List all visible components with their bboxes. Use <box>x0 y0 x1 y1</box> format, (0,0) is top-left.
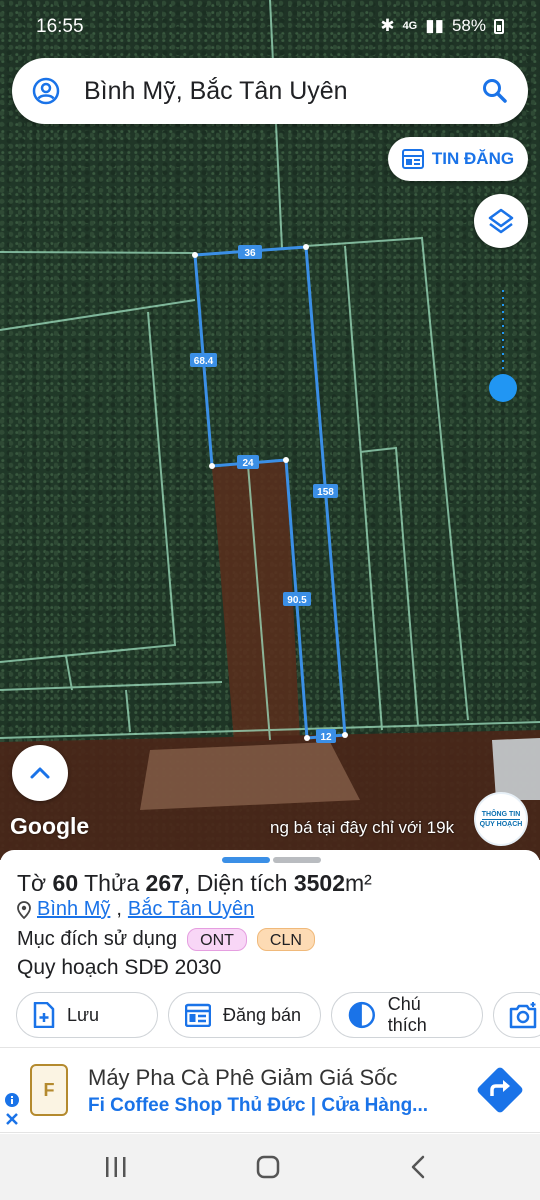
land-use-plan: Quy hoạch SDĐ 2030 <box>17 956 222 979</box>
parcel-label: Thửa <box>84 870 140 896</box>
network-type: 4G <box>402 20 418 32</box>
recent-apps-icon[interactable] <box>104 1156 128 1178</box>
tin-dang-label: TIN ĐĂNG <box>431 149 515 168</box>
back-icon[interactable] <box>410 1155 426 1179</box>
layers-button[interactable] <box>474 194 528 248</box>
area-unit: m² <box>345 870 372 896</box>
segment-label: 12 <box>316 729 336 743</box>
listing-icon <box>401 149 424 169</box>
action-buttons: Lưu Đăng bán Chú thích <box>16 992 540 1038</box>
tin-dang-button[interactable]: TIN ĐĂNG <box>388 137 528 181</box>
badge-line-2: QUY HOẠCH <box>479 820 523 828</box>
add-file-icon <box>33 1002 55 1028</box>
parcel-address: Bình Mỹ, Bắc Tân Uyên <box>17 898 254 921</box>
sheet-number: 60 <box>52 870 79 896</box>
parcel-number: 267 <box>145 870 184 896</box>
battery-icon <box>494 18 504 34</box>
ad-info-icon[interactable] <box>4 1092 20 1128</box>
signal-icon: ▮▮ <box>425 16 444 35</box>
account-icon[interactable] <box>32 77 60 105</box>
ad-banner[interactable]: F Máy Pha Cà Phê Giảm Giá Sốc Fi Coffee … <box>0 1047 540 1133</box>
post-for-sale-label: Đăng bán <box>223 1004 302 1025</box>
land-use-purpose: Mục đích sử dụng ONT CLN <box>17 928 315 951</box>
map-ad-ticker[interactable]: ng bá tại đây chỉ với 19k <box>270 818 454 838</box>
segment-label: 24 <box>237 455 259 469</box>
ad-headline[interactable]: Máy Pha Cà Phê Giảm Giá Sốc <box>88 1065 397 1091</box>
thong-tin-quy-hoach-badge[interactable]: THÔNG TIN QUY HOẠCH <box>474 792 528 846</box>
legend-label: Chú thích <box>387 994 427 1035</box>
status-bar: 16:55 ✱ 4G ▮▮ 58% <box>0 0 540 52</box>
expand-up-button[interactable] <box>12 745 68 801</box>
sheet-handles[interactable] <box>222 857 321 863</box>
google-logo: Google <box>10 813 90 839</box>
current-location-marker <box>489 374 517 402</box>
battery-percent: 58% <box>451 16 486 35</box>
save-label: Lưu <box>67 1004 100 1025</box>
system-nav-bar <box>0 1134 540 1200</box>
contrast-icon <box>348 1001 375 1029</box>
svg-text:158: 158 <box>317 487 334 498</box>
search-icon[interactable] <box>482 78 508 104</box>
land-use-tag-ont[interactable]: ONT <box>187 928 247 951</box>
commune-link[interactable]: Bình Mỹ <box>37 898 110 921</box>
bluetooth-icon: ✱ <box>380 16 395 35</box>
add-photo-button[interactable] <box>493 992 540 1038</box>
svg-text:36: 36 <box>244 248 256 259</box>
post-for-sale-button[interactable]: Đăng bán <box>168 992 321 1038</box>
legend-button[interactable]: Chú thích <box>331 992 483 1038</box>
map-view[interactable]: 36 68.4 24 158 90.5 12 16:55 ✱ 4G ▮▮ 58%… <box>0 0 540 860</box>
sheet-label: Tờ <box>17 870 47 896</box>
area-label: Diện tích <box>196 870 288 896</box>
save-button[interactable]: Lưu <box>16 992 158 1038</box>
sheet-handle-active[interactable] <box>222 857 270 863</box>
map-overlay: 36 68.4 24 158 90.5 12 <box>0 0 540 860</box>
svg-text:90.5: 90.5 <box>287 595 307 606</box>
sheet-handle-inactive[interactable] <box>273 857 321 863</box>
status-icons: ✱ 4G ▮▮ 58% <box>380 16 504 36</box>
building-roof <box>492 738 540 800</box>
svg-text:68.4: 68.4 <box>194 356 214 367</box>
parcel-info-sheet[interactable]: Tờ 60 Thửa 267, Diện tích 3502m² Bình Mỹ… <box>0 850 540 1045</box>
chevron-up-icon <box>30 767 50 779</box>
district-link[interactable]: Bắc Tân Uyên <box>128 898 254 921</box>
road-light-patch <box>140 742 360 810</box>
add-photo-icon <box>509 1002 537 1029</box>
ad-subline[interactable]: Fi Coffee Shop Thủ Đức | Cửa Hàng... <box>88 1095 428 1117</box>
directions-icon[interactable] <box>476 1066 524 1114</box>
search-query[interactable]: Bình Mỹ, Bắc Tân Uyên <box>84 77 348 106</box>
svg-text:12: 12 <box>320 732 332 743</box>
search-bar[interactable]: Bình Mỹ, Bắc Tân Uyên <box>12 58 528 124</box>
segment-label: 68.4 <box>190 353 217 367</box>
purpose-label: Mục đích sử dụng <box>17 928 178 950</box>
segment-label: 158 <box>313 484 338 498</box>
home-icon[interactable] <box>256 1155 280 1179</box>
area-value: 3502 <box>293 870 346 896</box>
segment-label: 90.5 <box>283 592 311 606</box>
badge-line-1: THÔNG TIN <box>481 810 521 820</box>
land-use-tag-cln[interactable]: CLN <box>256 928 315 951</box>
layers-icon <box>488 208 514 234</box>
parcel-title: Tờ 60 Thửa 267, Diện tích 3502m² <box>17 870 372 896</box>
svg-text:24: 24 <box>242 458 254 469</box>
location-pin-icon <box>17 900 31 919</box>
status-time: 16:55 <box>36 16 84 37</box>
advertiser-logo[interactable]: F <box>30 1064 68 1116</box>
listing-icon <box>185 1003 211 1027</box>
segment-label: 36 <box>238 245 262 259</box>
